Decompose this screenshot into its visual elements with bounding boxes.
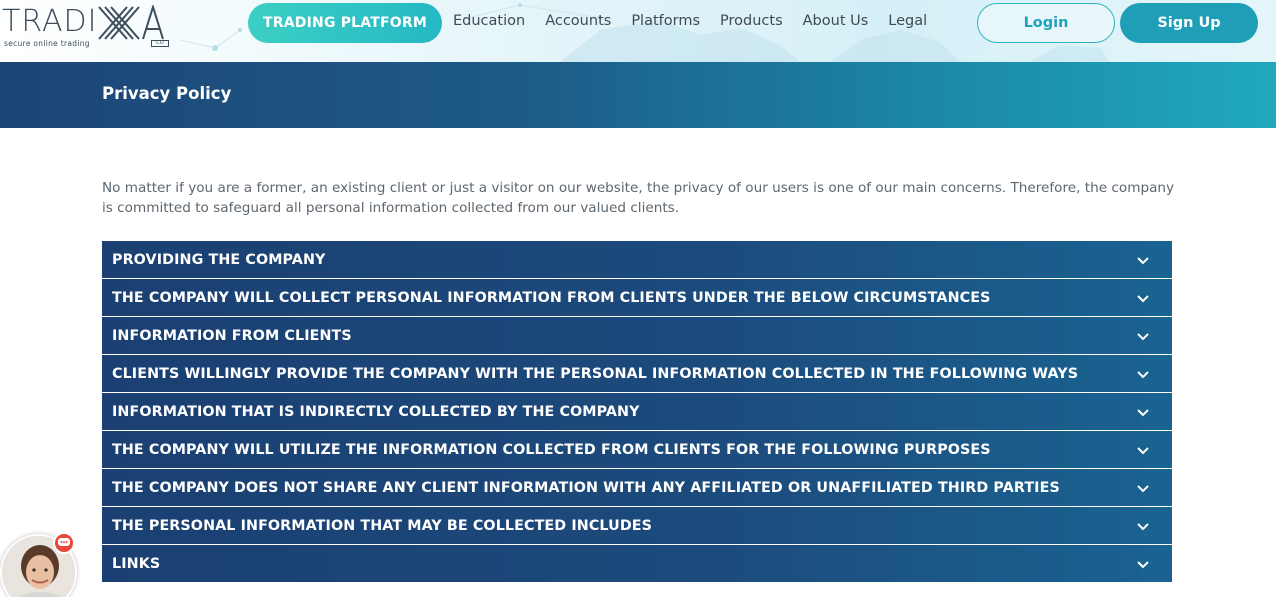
accordion-title: THE COMPANY DOES NOT SHARE ANY CLIENT IN… [112, 479, 1060, 496]
intro-paragraph: No matter if you are a former, an existi… [102, 180, 1175, 216]
logo-x-mark [98, 5, 164, 40]
nav-item-products[interactable]: Products [720, 13, 783, 29]
chevron-down-icon[interactable] [1136, 558, 1150, 572]
nav-item-platforms[interactable]: Platforms [631, 13, 700, 29]
trading-platform-button[interactable]: TRADING PLATFORM [248, 3, 442, 43]
chevron-down-icon[interactable] [1136, 330, 1150, 344]
accordion-title: INFORMATION FROM CLIENTS [112, 327, 352, 344]
chevron-down-icon[interactable] [1136, 292, 1150, 306]
chevron-down-icon[interactable] [1136, 444, 1150, 458]
policy-accordion: PROVIDING THE COMPANY THE COMPANY WILL C… [102, 241, 1172, 583]
chat-bubble-icon[interactable] [53, 532, 75, 554]
accordion-title: INFORMATION THAT IS INDIRECTLY COLLECTED… [112, 403, 640, 420]
main-nav: Education Accounts Platforms Products Ab… [453, 13, 947, 29]
accordion-title: THE COMPANY WILL UTILIZE THE INFORMATION… [112, 441, 991, 458]
nav-item-about-us[interactable]: About Us [803, 13, 869, 29]
accordion-title: THE COMPANY WILL COLLECT PERSONAL INFORM… [112, 289, 991, 306]
accordion-item-willingly-provided[interactable]: CLIENTS WILLINGLY PROVIDE THE COMPANY WI… [102, 355, 1172, 392]
accordion-item-indirectly-collected[interactable]: INFORMATION THAT IS INDIRECTLY COLLECTED… [102, 393, 1172, 430]
nav-item-education[interactable]: Education [453, 13, 525, 29]
accordion-title: PROVIDING THE COMPANY [112, 251, 326, 268]
page-title: Privacy Policy [102, 84, 232, 103]
accordion-item-providing-the-company[interactable]: PROVIDING THE COMPANY [102, 241, 1172, 278]
accordion-title: LINKS [112, 555, 161, 572]
logo-wordmark: TRADI [2, 4, 98, 39]
accordion-title: CLIENTS WILLINGLY PROVIDE THE COMPANY WI… [112, 365, 1079, 382]
chevron-down-icon[interactable] [1136, 482, 1150, 496]
chevron-down-icon[interactable] [1136, 406, 1150, 420]
accordion-item-links[interactable]: LINKS [102, 545, 1172, 582]
chat-dots-icon [58, 538, 70, 546]
nav-item-legal[interactable]: Legal [888, 13, 927, 29]
page-banner: Privacy Policy [0, 62, 1276, 128]
login-button[interactable]: Login [977, 3, 1115, 43]
top-header: TRADI secure online trading CO TRADING P… [0, 0, 1276, 62]
chevron-down-icon[interactable] [1136, 520, 1150, 534]
signup-button[interactable]: Sign Up [1120, 3, 1258, 43]
chevron-down-icon[interactable] [1136, 254, 1150, 268]
tradixa-logo[interactable]: TRADI secure online trading CO [0, 2, 175, 50]
logo-suffix: CO [151, 40, 169, 47]
accordion-item-collection-circumstances[interactable]: THE COMPANY WILL COLLECT PERSONAL INFORM… [102, 279, 1172, 316]
accordion-item-no-sharing[interactable]: THE COMPANY DOES NOT SHARE ANY CLIENT IN… [102, 469, 1172, 506]
logo-tagline: secure online trading [4, 39, 90, 48]
accordion-item-information-from-clients[interactable]: INFORMATION FROM CLIENTS [102, 317, 1172, 354]
nav-item-accounts[interactable]: Accounts [545, 13, 611, 29]
chevron-down-icon[interactable] [1136, 368, 1150, 382]
accordion-item-personal-information-includes[interactable]: THE PERSONAL INFORMATION THAT MAY BE COL… [102, 507, 1172, 544]
accordion-item-utilization-purposes[interactable]: THE COMPANY WILL UTILIZE THE INFORMATION… [102, 431, 1172, 468]
accordion-title: THE PERSONAL INFORMATION THAT MAY BE COL… [112, 517, 653, 534]
